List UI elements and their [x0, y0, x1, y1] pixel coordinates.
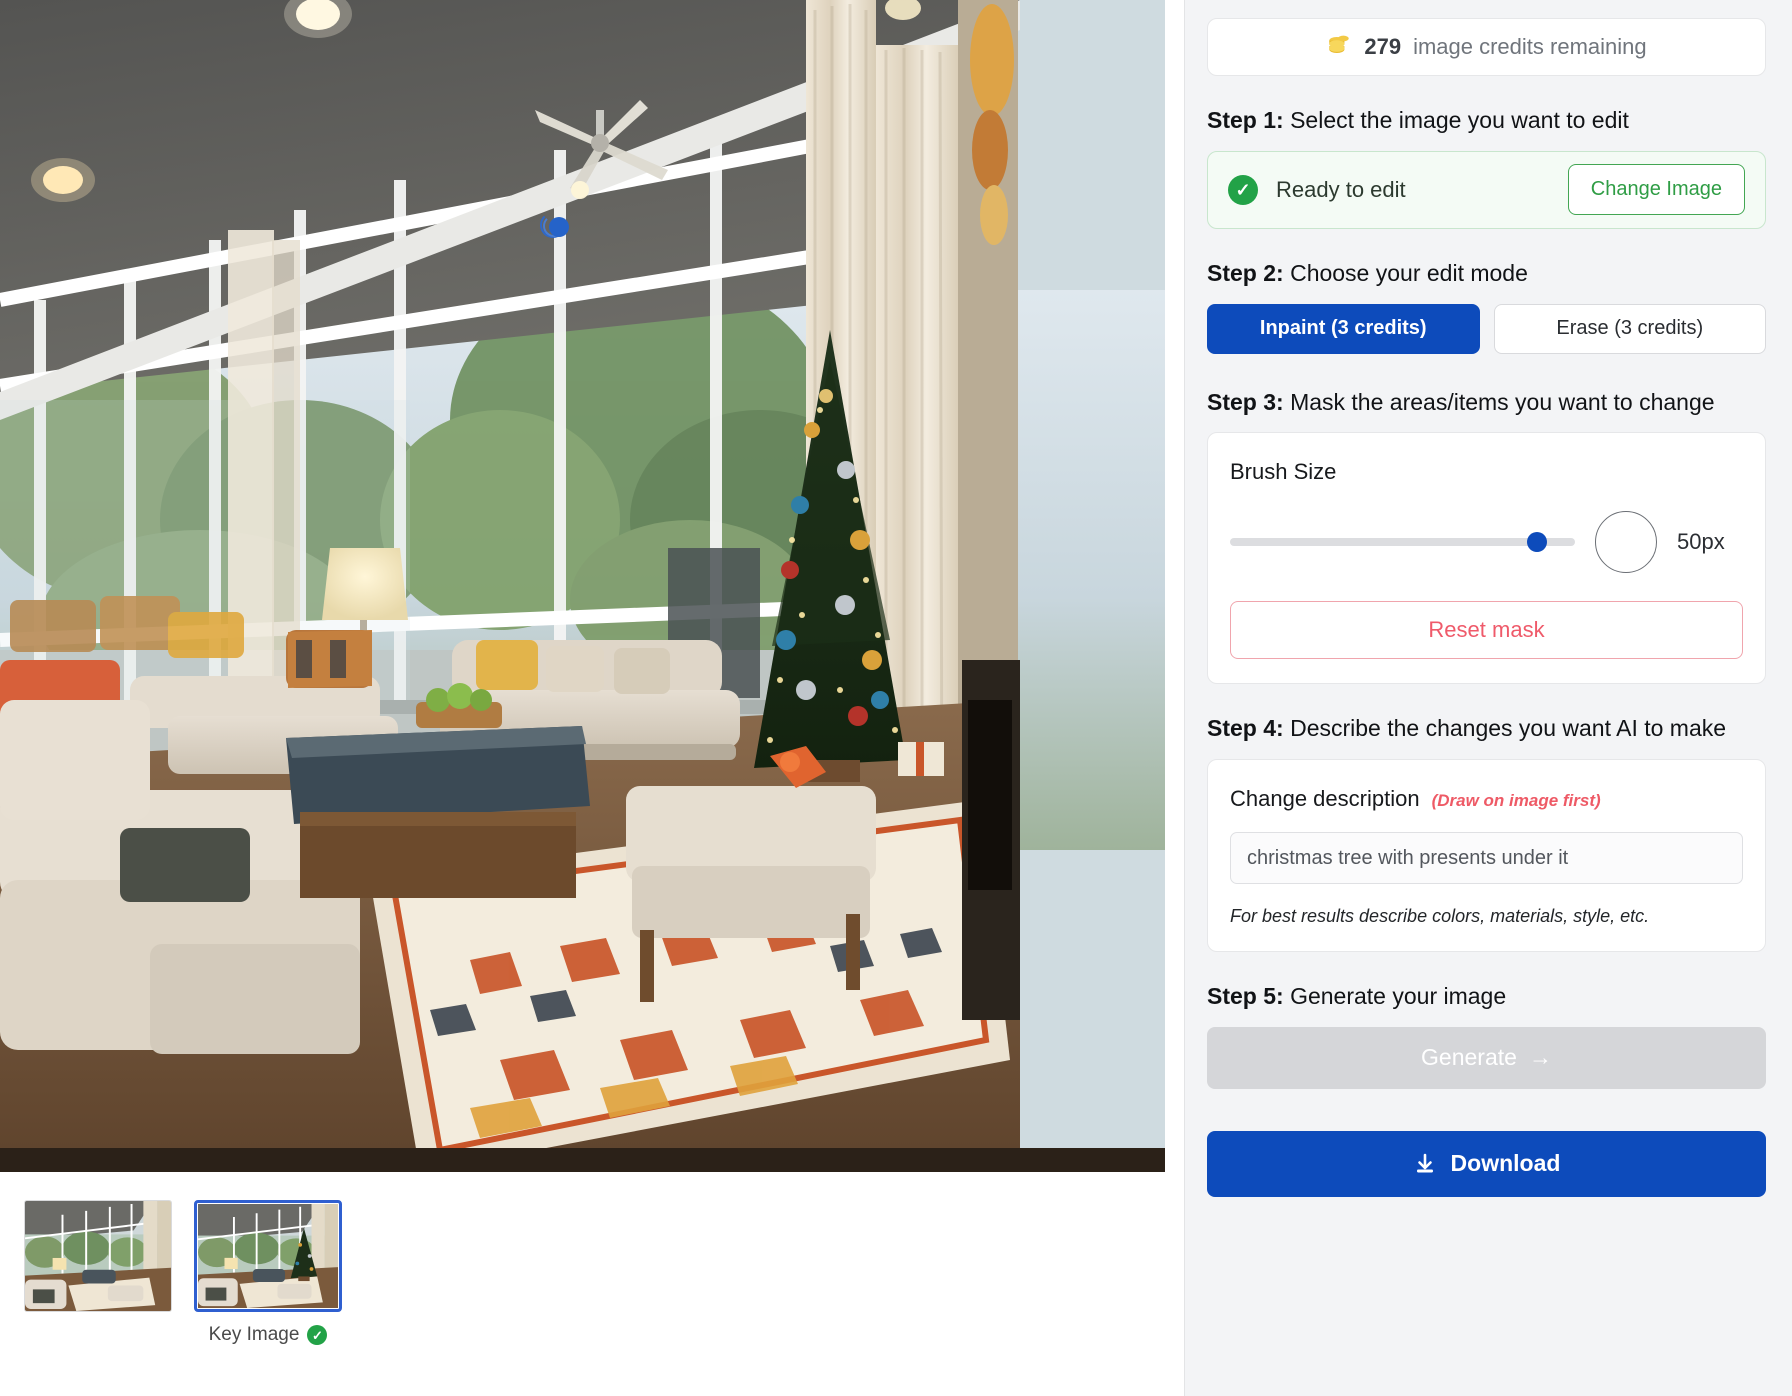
coins-icon [1326, 32, 1352, 63]
step-4-title: Step 4: Describe the changes you want AI… [1207, 714, 1766, 743]
step-3-prefix: Step 3: [1207, 388, 1284, 415]
image-status-card: ✓ Ready to edit Change Image [1207, 150, 1766, 229]
change-description-input[interactable] [1230, 832, 1743, 884]
step-5-text: Generate your image [1283, 983, 1507, 1009]
editor-canvas-pane: Key Image ✓ [0, 0, 1185, 1396]
credits-card: 279 image credits remaining [1207, 18, 1766, 76]
step-5-title: Step 5: Generate your image [1207, 982, 1766, 1011]
erase-mode-button[interactable]: Erase (3 credits) [1493, 303, 1766, 354]
step-3-text: Mask the areas/items you want to change [1283, 388, 1715, 415]
generate-label: Generate [1421, 1044, 1517, 1071]
controls-panel: 279 image credits remaining Step 1: Sele… [1185, 0, 1792, 1396]
brush-preview-circle [1595, 511, 1657, 574]
brush-size-row: 50px [1230, 511, 1743, 574]
description-header: Change description (Draw on image first) [1230, 786, 1743, 812]
download-button[interactable]: Download [1207, 1130, 1766, 1197]
thumbnail-strip: Key Image ✓ [0, 1172, 1184, 1396]
step-2-prefix: Step 2: [1207, 259, 1284, 286]
arrow-right-icon: → [1528, 1044, 1552, 1071]
original-thumbnail[interactable] [24, 1200, 172, 1312]
canvas-image[interactable] [0, 0, 1165, 1172]
step-1-text: Select the image you want to edit [1283, 107, 1629, 133]
slider-thumb[interactable] [1527, 532, 1548, 553]
image-editor-app: Key Image ✓ 279 image credits remaining … [0, 0, 1792, 1396]
credits-count: 279 [1364, 34, 1402, 59]
step-4-text: Describe the changes you want AI to make [1283, 715, 1727, 742]
brush-size-title: Brush Size [1230, 459, 1337, 485]
credits-label: image credits remaining [1413, 34, 1647, 59]
description-title: Change description [1230, 786, 1420, 811]
step-5-prefix: Step 5: [1207, 983, 1284, 1009]
brush-size-slider[interactable] [1230, 532, 1575, 553]
key-image-label-row: Key Image ✓ [209, 1324, 328, 1346]
key-image-check-icon: ✓ [307, 1325, 328, 1345]
change-image-button[interactable]: Change Image [1567, 164, 1745, 216]
description-footnote: For best results describe colors, materi… [1230, 906, 1650, 926]
edit-mode-toggle: Inpaint (3 credits) Erase (3 credits) [1207, 303, 1766, 354]
step-1-title: Step 1: Select the image you want to edi… [1207, 106, 1766, 135]
reset-mask-button[interactable]: Reset mask [1230, 601, 1743, 660]
thumbnail-cell-1 [24, 1200, 172, 1312]
slider-track [1230, 538, 1575, 547]
image-status-text: Ready to edit [1276, 176, 1406, 202]
image-canvas[interactable] [0, 0, 1165, 1172]
inpaint-mode-button[interactable]: Inpaint (3 credits) [1207, 303, 1480, 354]
thumbnail-cell-2: Key Image ✓ [194, 1200, 342, 1346]
step-2-text: Choose your edit mode [1283, 259, 1528, 286]
brush-size-value: 50px [1677, 529, 1725, 555]
edited-thumbnail[interactable] [194, 1200, 342, 1312]
download-label: Download [1450, 1150, 1561, 1177]
step-2-title: Step 2: Choose your edit mode [1207, 259, 1766, 288]
check-circle-icon: ✓ [1228, 174, 1258, 205]
step-4-prefix: Step 4: [1207, 715, 1284, 742]
download-icon [1413, 1152, 1437, 1176]
generate-button[interactable]: Generate → [1207, 1026, 1766, 1089]
brush-card: Brush Size 50px Reset mask [1207, 432, 1766, 685]
step-1-prefix: Step 1: [1207, 107, 1284, 133]
description-hint: (Draw on image first) [1431, 791, 1601, 810]
key-image-label: Key Image [208, 1324, 300, 1345]
description-card: Change description (Draw on image first)… [1207, 759, 1766, 952]
step-3-title: Step 3: Mask the areas/items you want to… [1207, 388, 1766, 417]
